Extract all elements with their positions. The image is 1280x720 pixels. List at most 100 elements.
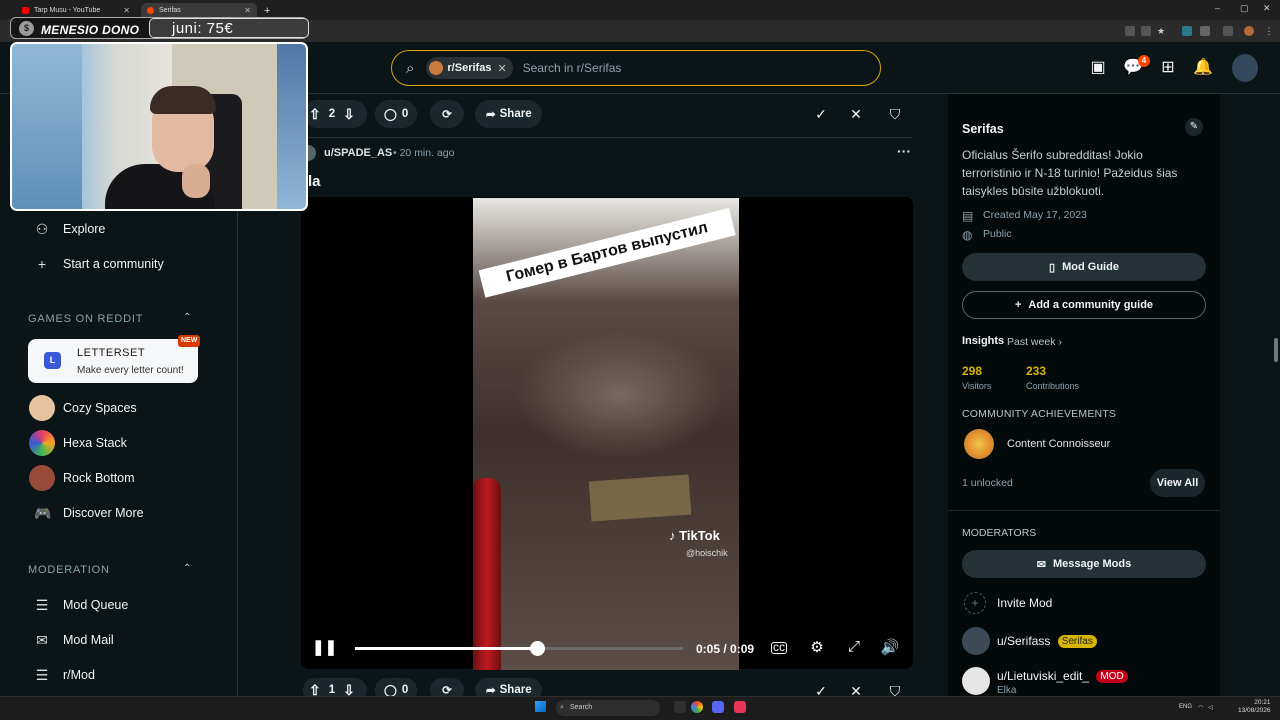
chevron-right-icon: › [1058,336,1062,348]
zoom-icon[interactable] [1125,26,1135,36]
post-author[interactable]: u/SPADE_AS [324,147,392,159]
captions-icon[interactable]: cc [771,641,787,654]
share-button[interactable]: ➦ Share [475,100,542,128]
page-scrollbar[interactable] [1272,94,1280,696]
wifi-icon[interactable]: ◠ [1198,704,1203,711]
mod-username: u/Serifass [997,634,1051,648]
vote-count: 2 [328,108,336,120]
task-view-icon[interactable] [674,701,686,713]
share-label: Share [499,108,532,120]
sidebar-item-hexa-stack[interactable]: Hexa Stack [63,431,127,455]
sidebar-item-explore[interactable]: ⚇ Explore [34,217,106,241]
video-torn-patch [588,474,692,522]
close-tab-icon[interactable]: ✕ [123,6,130,15]
post-more-options[interactable]: ··· [897,143,911,159]
moderation-section-heading: MODERATION [28,564,110,576]
advertise-icon[interactable]: ▣ [1088,58,1108,78]
comment-icon: ◯ [384,109,397,121]
close-window-icon[interactable]: ✕ [1263,3,1271,14]
tiktok-handle: @hoischik [686,548,728,558]
sidebar-item-label: Mod Mail [63,633,114,647]
add-community-guide-button[interactable]: + Add a community guide [962,291,1206,319]
taskbar-clock[interactable]: 20:21 13/08/2026 [1238,699,1271,715]
extension-icon[interactable] [1182,26,1192,36]
user-avatar[interactable] [1232,54,1258,82]
view-all-button[interactable]: View All [1150,469,1205,497]
new-tab-button[interactable]: + [258,3,276,18]
approve-icon[interactable]: ✓ [811,104,831,124]
tab-title: Tarp Musu - YouTube [34,7,101,14]
taskbar-search[interactable]: ⌕ Search [556,700,660,716]
mod-avatar[interactable] [962,667,990,695]
sidebar-item-cozy-spaces[interactable]: Cozy Spaces [63,396,137,420]
volume-icon[interactable]: 🔊 [880,638,900,656]
minimize-window-icon[interactable]: – [1215,3,1220,13]
crosspost-icon: ⟳ [442,685,452,697]
sidebar-item-rock-bottom[interactable]: Rock Bottom [63,466,135,490]
mod-entry[interactable]: u/Serifass Serifas [997,634,1097,649]
create-post-icon[interactable]: ⊞ [1158,58,1178,78]
comments-button[interactable]: ◯ 0 [375,100,417,128]
gamepad-icon: 🎮 [34,504,52,521]
downvote-icon[interactable]: ⇩ [343,106,355,123]
search-bar[interactable]: ⌕ r/Serifas ✕ Search in r/Serifas [391,50,881,86]
insights-period: Past week [1007,336,1056,348]
mod-flair: Serifas [1057,635,1097,649]
windows-start-icon[interactable] [535,701,546,712]
invite-mod-link[interactable]: Invite Mod [997,596,1052,610]
fullscreen-icon[interactable]: ⤢ [844,638,864,655]
chip-label: r/Serifas [447,62,492,74]
search-placeholder[interactable]: Search in r/Serifas [523,61,622,75]
extensions-puzzle-icon[interactable] [1200,26,1210,36]
mod-avatar[interactable] [962,627,990,655]
discord-taskbar-icon[interactable] [712,701,724,713]
settings-gear-icon[interactable]: ⚙ [807,638,827,656]
mod-guide-button[interactable]: ▯ Mod Guide [962,253,1206,281]
post-title[interactable]: la [308,173,321,190]
comment-count: 0 [401,108,409,120]
edit-pencil-icon[interactable]: ✎ [1185,118,1203,136]
mod-entry[interactable]: u/Lietuviski_edit_ MOD [997,669,1128,684]
notifications-bell-icon[interactable]: 🔔 [1193,58,1213,78]
book-icon: ▯ [1049,261,1056,274]
mod-shield-icon[interactable]: ⛉ [885,104,905,124]
browser-menu-icon[interactable]: ⋮ [1264,26,1274,36]
app-taskbar-icon[interactable] [734,701,746,713]
video-texture [515,330,725,460]
browser-tab-youtube[interactable]: Tarp Musu - YouTube ✕ [16,3,136,18]
pause-icon[interactable]: ❚❚ [312,638,337,656]
vote-buttons[interactable]: ⇧ 2 ⇩ [303,100,367,128]
sidebar-item-discover-more[interactable]: 🎮 Discover More [34,501,144,525]
language-indicator[interactable]: ENG [1179,704,1192,710]
profile-avatar-icon[interactable] [1244,26,1254,36]
volume-tray-icon[interactable]: ◁ [1208,704,1213,711]
moderators-heading: MODERATORS [962,527,1037,539]
cast-icon[interactable] [1141,26,1151,36]
crosspost-button[interactable]: ⟳ [430,100,464,128]
featured-game-card[interactable]: L LETTERSET Make every letter count! [28,339,198,383]
insights-period-selector[interactable]: Past week › [1007,336,1062,348]
collapse-moderation-icon[interactable]: ⌃ [183,563,191,574]
chrome-taskbar-icon[interactable] [691,701,703,713]
sidebar-item-mod-mail[interactable]: ✉ Mod Mail [34,628,114,652]
explore-icon: ⚇ [35,220,49,237]
button-label: Message Mods [1052,558,1132,570]
message-mods-button[interactable]: ✉ Message Mods [962,550,1206,578]
sidebar-item-r-mod[interactable]: ☰ r/Mod [34,663,95,687]
contributions-label: Contributions [1026,381,1080,391]
scrollbar-thumb[interactable] [1274,338,1278,362]
remove-icon[interactable]: ✕ [846,104,866,124]
close-tab-icon[interactable]: ✕ [244,6,251,15]
clear-chip-icon[interactable]: ✕ [497,62,506,75]
sidebar-item-start-community[interactable]: + Start a community [34,252,164,276]
sidebar-panel-icon[interactable] [1223,26,1233,36]
bookmark-star-icon[interactable]: ★ [1157,26,1167,36]
sidebar-item-mod-queue[interactable]: ☰ Mod Queue [34,593,129,617]
collapse-games-icon[interactable]: ⌃ [183,312,191,323]
browser-tab-serifas[interactable]: Serifas ✕ [141,3,257,18]
maximize-window-icon[interactable]: ▢ [1240,3,1249,14]
subreddit-search-chip[interactable]: r/Serifas ✕ [426,57,513,79]
achievement-name: Content Connoisseur [1007,438,1111,450]
calendar-icon: ▤ [962,209,974,223]
upvote-icon[interactable]: ⇧ [309,106,321,123]
